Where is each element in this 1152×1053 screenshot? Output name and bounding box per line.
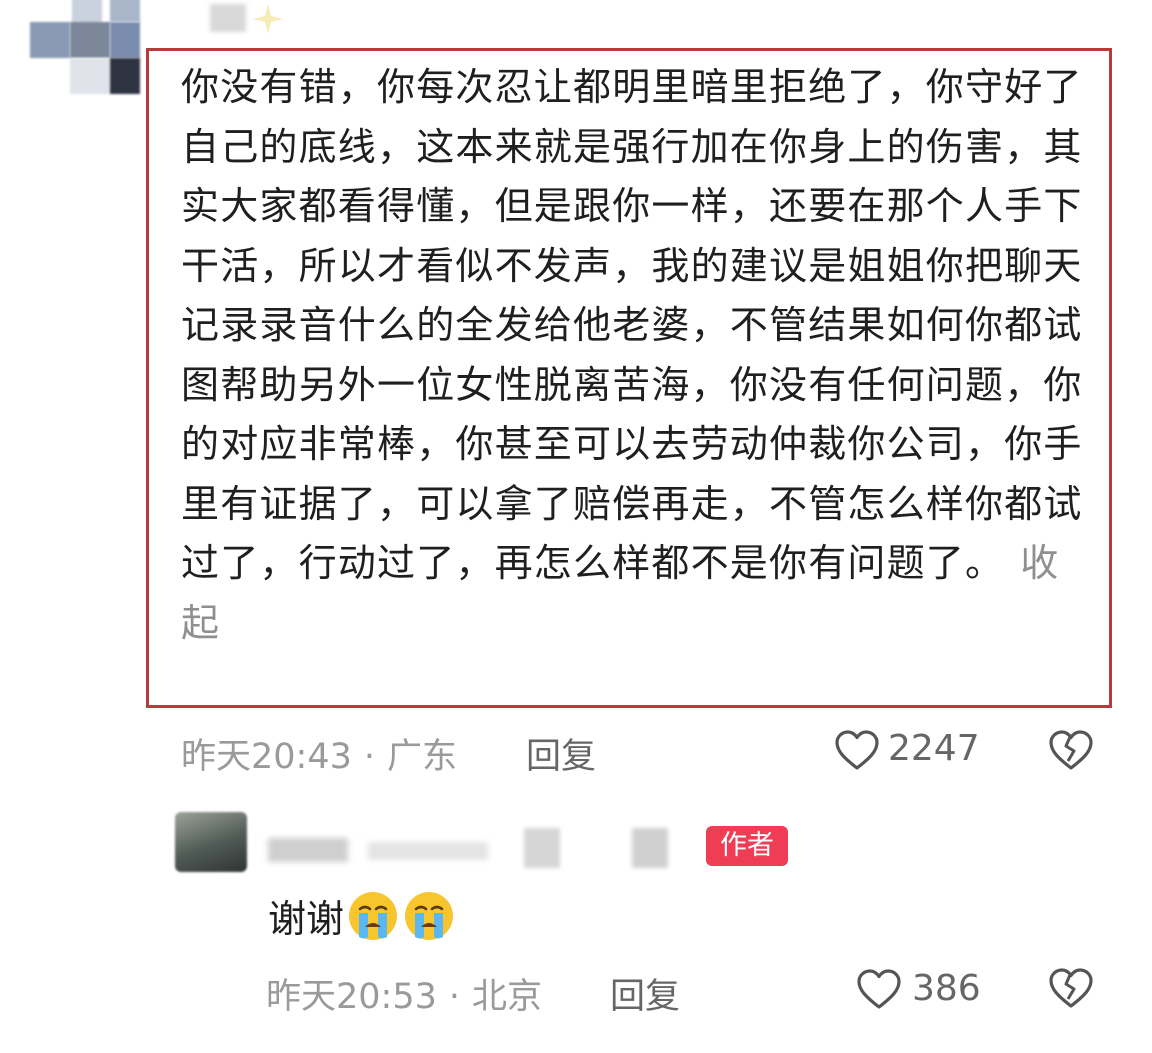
reply-location: 北京: [472, 977, 543, 1017]
reply-like-count: 386: [912, 968, 981, 1009]
like-count: 2247: [888, 728, 980, 769]
author-name-blurred[interactable]: [268, 828, 698, 872]
reply-reply-button[interactable]: 回复: [610, 968, 680, 1019]
meta-separator: ·: [448, 977, 461, 1017]
reply-body: 谢谢: [268, 888, 456, 943]
sparkle-icon: [253, 4, 283, 34]
comment-time: 昨天20:43: [181, 737, 352, 777]
reply-meta: 昨天20:53 · 北京: [266, 968, 542, 1019]
reply-like-heart-icon[interactable]: [856, 968, 902, 1010]
like-heart-icon[interactable]: [834, 729, 880, 771]
reply-time: 昨天20:53: [266, 977, 437, 1017]
author-avatar[interactable]: [175, 812, 247, 872]
comment-location: 广东: [387, 737, 458, 777]
reply-text: 谢谢: [268, 897, 345, 941]
comment-body: 你没有错，你每次忍让都明里暗里拒绝了，你守好了自己的底线，这本来就是强行加在你身…: [181, 58, 1087, 653]
commenter-avatar[interactable]: [30, 0, 150, 98]
comment-meta: 昨天20:43 · 广东: [181, 728, 457, 779]
crying-face-icon: [349, 891, 398, 940]
author-badge: 作者: [706, 826, 788, 866]
reply-button[interactable]: 回复: [526, 728, 596, 779]
comment-text: 你没有错，你每次忍让都明里暗里拒绝了，你守好了自己的底线，这本来就是强行加在你身…: [181, 65, 1083, 585]
dislike-broken-heart-icon[interactable]: [1048, 728, 1094, 772]
reply-dislike-broken-heart-icon[interactable]: [1048, 966, 1094, 1010]
commenter-name-blurred[interactable]: [210, 0, 290, 36]
meta-separator: ·: [363, 737, 376, 777]
crying-face-icon: [405, 891, 454, 940]
